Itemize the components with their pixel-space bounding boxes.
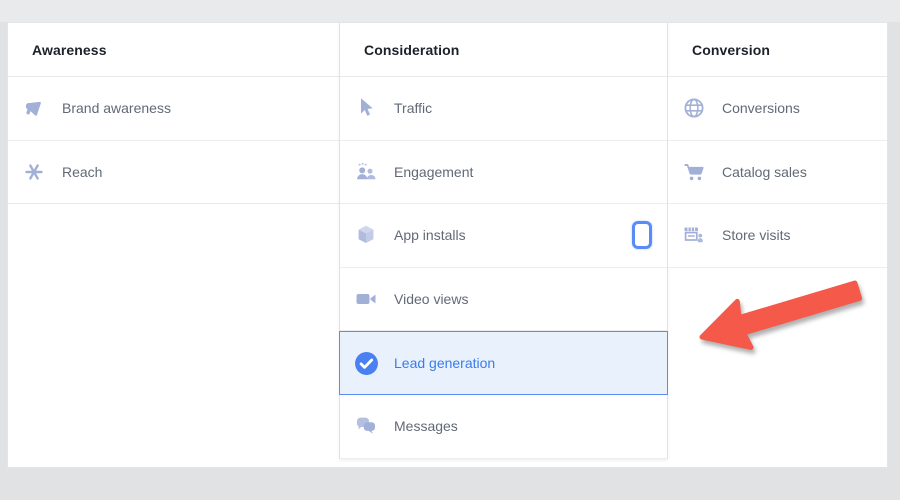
column-header-conversion: Conversion [668,23,887,77]
reach-asterisk-icon [21,159,47,185]
mobile-device-icon [632,221,652,250]
objective-label: Conversions [722,100,800,117]
shopping-cart-icon [681,159,707,185]
top-background-strip [0,0,900,22]
globe-icon [681,95,707,121]
chat-bubbles-icon [353,413,379,439]
objective-label: Lead generation [394,355,496,372]
people-icon [353,159,379,185]
objective-row-video-views[interactable]: Video views [340,267,667,332]
column-header-awareness: Awareness [8,23,339,77]
column-consideration: Consideration Traffic Engagement App ins… [339,23,668,459]
column-awareness: Awareness Brand awareness Reach [8,23,339,467]
storefront-icon [681,222,707,248]
objective-label: Catalog sales [722,163,807,180]
objective-label: App installs [394,227,466,244]
cube-icon [353,222,379,248]
objective-label: Messages [394,418,458,435]
objective-row-app-installs[interactable]: App installs [340,204,667,268]
objective-row-messages[interactable]: Messages [340,394,667,459]
column-header-consideration: Consideration [340,23,667,77]
cursor-icon [353,95,379,121]
objective-label: Store visits [722,227,791,244]
column-conversion: Conversion Conversions Catalog sales Sto… [668,23,887,467]
objective-row-brand-awareness[interactable]: Brand awareness [8,77,339,141]
objectives-table: Awareness Brand awareness Reach Consider… [7,22,888,468]
objective-row-traffic[interactable]: Traffic [340,77,667,141]
objective-row-engagement[interactable]: Engagement [340,140,667,205]
video-camera-icon [353,286,379,312]
objective-label: Engagement [394,163,474,180]
objective-label: Reach [62,163,103,180]
objective-row-lead-generation[interactable]: Lead generation [339,331,668,395]
objective-row-catalog-sales[interactable]: Catalog sales [668,140,887,205]
objective-label: Traffic [394,100,433,117]
objective-row-conversions[interactable]: Conversions [668,77,887,141]
objective-label: Brand awareness [62,100,171,117]
objective-row-reach[interactable]: Reach [8,140,339,205]
objective-label: Video views [394,291,469,308]
objective-row-store-visits[interactable]: Store visits [668,204,887,268]
megaphone-icon [21,95,47,121]
objective-selection-screen: Awareness Brand awareness Reach Consider… [0,0,900,500]
check-circle-icon [353,350,379,376]
